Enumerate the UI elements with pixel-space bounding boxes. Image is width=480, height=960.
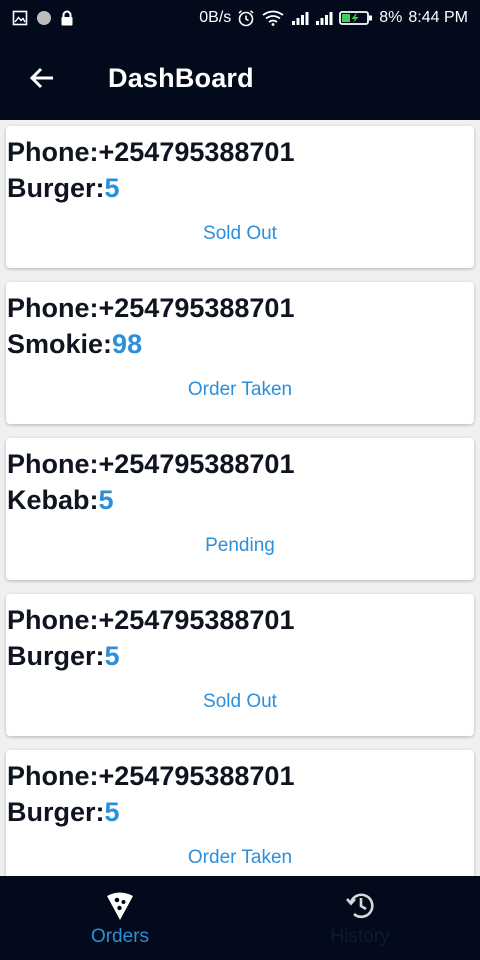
phone-line: Phone:+254795388701 [7,760,294,792]
battery-charging-icon [339,11,373,25]
status-bar: 0B/s 8% 8:44 PM [0,0,480,36]
back-button[interactable] [22,58,62,98]
signal-icon [316,12,333,25]
item-line: Burger:5 [7,640,120,672]
nav-item-history[interactable]: History [240,876,480,960]
order-card: Phone:+254795388701 Kebab:5 Pending [6,438,474,580]
order-card: Phone:+254795388701 Burger:5 Order Taken [6,750,474,876]
phone-label: Phone: [7,137,99,167]
order-card: Phone:+254795388701 Smokie:98 Order Take… [6,282,474,424]
lock-icon [61,10,73,26]
nav-label-history: History [330,926,390,947]
order-status-button[interactable]: Sold Out [6,682,474,722]
status-bar-left [12,10,74,26]
order-status-button[interactable]: Pending [6,526,474,566]
clock: 8:44 PM [408,9,468,26]
phone-label: Phone: [7,605,99,635]
order-status-button[interactable]: Order Taken [6,838,474,876]
battery-level: 8% [379,9,403,26]
phone-label: Phone: [7,761,99,791]
nav-item-orders[interactable]: Orders [0,876,240,960]
signal-icon [292,12,309,25]
item-name: Burger: [7,641,105,671]
phone-label: Phone: [7,449,99,479]
dot-icon [37,11,51,25]
item-line: Smokie:98 [7,328,142,360]
orders-list[interactable]: Phone:+254795388701 Burger:5 Sold Out Ph… [0,120,480,876]
item-line: Burger:5 [7,172,120,204]
phone-line: Phone:+254795388701 [7,292,294,324]
order-card: Phone:+254795388701 Burger:5 Sold Out [6,594,474,736]
arrow-left-icon [29,67,53,89]
status-bar-right: 0B/s 8% 8:44 PM [199,9,468,27]
item-name: Burger: [7,173,105,203]
order-card: Phone:+254795388701 Burger:5 Sold Out [6,126,474,268]
phone-number: +254795388701 [98,449,295,479]
phone-label: Phone: [7,293,99,323]
order-status-button[interactable]: Order Taken [6,370,474,410]
phone-line: Phone:+254795388701 [7,448,294,480]
phone-number: +254795388701 [98,605,295,635]
item-quantity: 5 [98,485,114,515]
pizza-icon [107,892,133,920]
order-status-button[interactable]: Sold Out [6,214,474,254]
item-quantity: 5 [104,173,120,203]
network-speed: 0B/s [199,9,232,26]
image-icon [12,10,28,26]
item-quantity: 5 [104,641,120,671]
phone-line: Phone:+254795388701 [7,604,294,636]
phone-line: Phone:+254795388701 [7,136,294,168]
item-name: Smokie: [7,329,113,359]
item-name: Burger: [7,797,105,827]
bottom-navigation: Orders History [0,876,480,960]
page-title: DashBoard [108,62,254,93]
phone-number: +254795388701 [98,137,295,167]
history-icon [346,893,374,919]
item-quantity: 98 [112,329,143,359]
phone-number: +254795388701 [98,761,295,791]
wifi-icon [262,10,284,26]
item-name: Kebab: [7,485,99,515]
app-bar: DashBoard [0,36,480,120]
item-line: Kebab:5 [7,484,114,516]
item-line: Burger:5 [7,796,120,828]
phone-number: +254795388701 [98,293,295,323]
alarm-icon [238,10,254,27]
item-quantity: 5 [104,797,120,827]
nav-label-orders: Orders [90,926,150,947]
